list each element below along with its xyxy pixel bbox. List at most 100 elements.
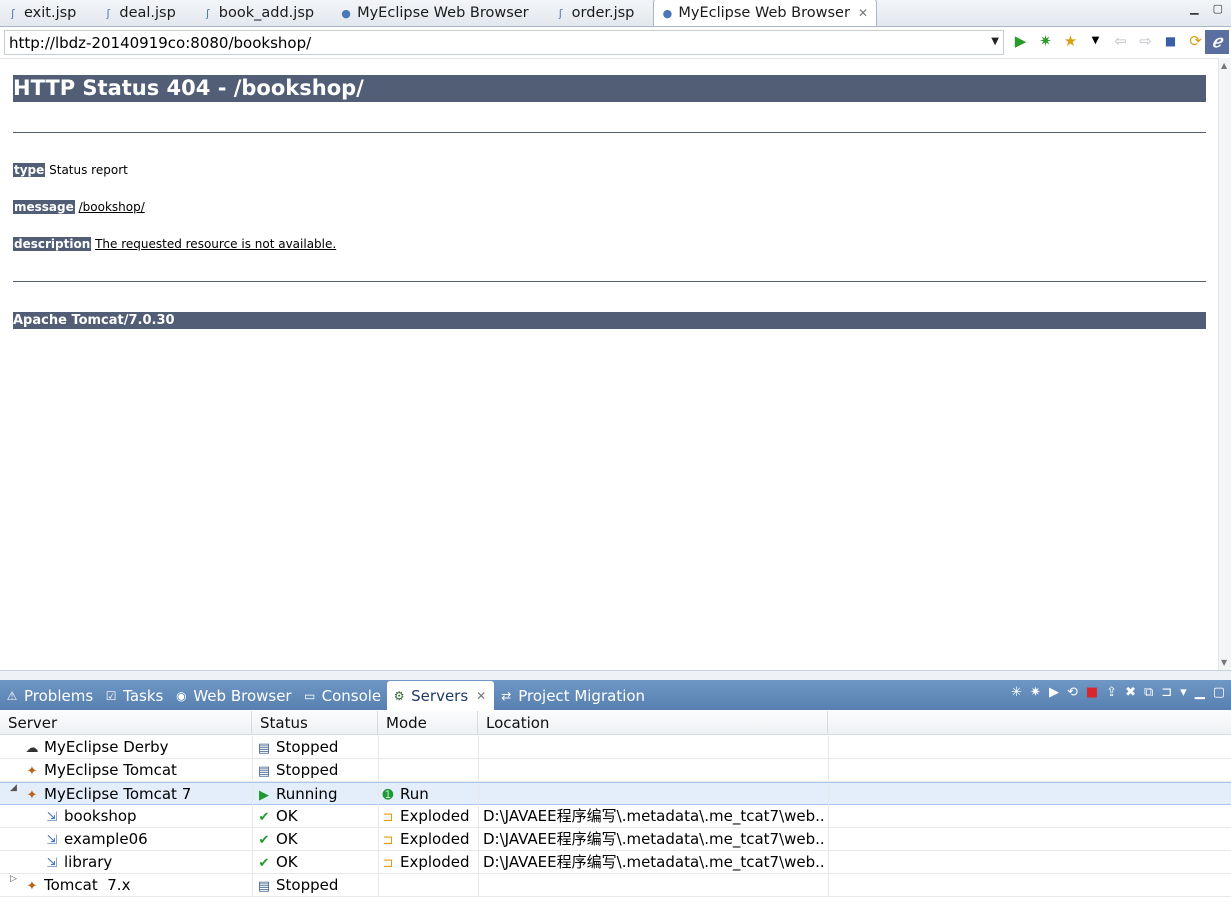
table-row[interactable]: ✦ MyEclipse Tomcat ▤ Stopped — [0, 759, 1231, 782]
table-row[interactable]: ⇲ library ✔ OK ⊐ Exploded D:\JAVAEE程序编写\.me… — [0, 851, 1231, 874]
column-separator — [378, 783, 379, 806]
tab-order-jsp[interactable]: ʃ order.jsp — [548, 0, 654, 26]
table-row[interactable]: ☁ MyEclipse Derby ▤ Stopped — [0, 736, 1231, 759]
column-separator — [828, 874, 829, 897]
minimize-icon[interactable]: ▁ — [1195, 685, 1205, 700]
table-row-selected[interactable]: ◢ ✦ MyEclipse Tomcat 7 ▶ Running ➊ Run — [0, 782, 1231, 806]
server-cell: ⇲ bookshop — [44, 805, 137, 828]
web-module-icon: ⇲ — [46, 810, 58, 825]
type-row: type Status report — [13, 163, 128, 177]
status-cell: ✔ OK — [256, 851, 298, 874]
column-separator — [252, 736, 253, 759]
copy-icon[interactable]: ⧉ — [1144, 685, 1153, 700]
column-separator — [478, 736, 479, 759]
tomcat-icon: ✦ — [26, 879, 38, 894]
go-icon[interactable]: ▶ — [1012, 32, 1029, 50]
folder-open-icon: ⊐ — [382, 856, 394, 871]
description-row: description The requested resource is no… — [13, 237, 336, 251]
status-cell: ▤ Stopped — [256, 874, 339, 897]
column-separator — [378, 851, 379, 874]
start-server-icon[interactable]: ▶ — [1049, 685, 1059, 700]
servers-table: Server Status Mode Location ☁ MyEclipse D… — [0, 711, 1231, 904]
debug-server-icon[interactable]: ✷ — [1030, 685, 1041, 700]
open-folder-icon[interactable]: ⊐ — [1161, 685, 1172, 700]
column-header-server[interactable]: Server — [0, 711, 252, 735]
divider — [13, 132, 1206, 133]
forward-icon[interactable]: ⇨ — [1137, 32, 1154, 50]
collapse-icon[interactable]: ◢ — [10, 783, 17, 793]
jsp-file-icon: ʃ — [11, 6, 15, 20]
globe-icon: ● — [341, 6, 351, 20]
minimize-icon[interactable]: ▁ — [1190, 2, 1198, 15]
server-cell: ✦ MyEclipse Tomcat 7 — [24, 783, 192, 806]
tasks-icon: ☑ — [105, 688, 117, 703]
column-header-location[interactable]: Location — [478, 711, 828, 735]
column-separator — [478, 805, 479, 828]
stop-icon[interactable]: ■ — [1162, 32, 1179, 49]
chevron-down-icon[interactable]: ▼ — [1087, 32, 1104, 49]
expand-icon[interactable]: ▷ — [10, 874, 17, 884]
tab-label: Web Browser — [193, 686, 292, 705]
remove-icon[interactable]: ✖ — [1125, 685, 1136, 700]
scroll-down-icon[interactable]: ▼ — [1221, 658, 1227, 667]
favorites-icon[interactable]: ★ — [1062, 32, 1079, 50]
server-cell: ✦ Tomcat 7.x — [24, 874, 131, 897]
back-icon[interactable]: ⇦ — [1112, 32, 1129, 50]
table-row[interactable]: ⇲ example06 ✔ OK ⊐ Exploded D:\JAVAEE程序编写\.… — [0, 828, 1231, 851]
panel-sash[interactable] — [0, 670, 1231, 680]
tab-deal-jsp[interactable]: ʃ deal.jsp — [95, 0, 194, 26]
jsp-file-icon: ʃ — [558, 6, 563, 20]
publish-icon[interactable]: ⇪ — [1106, 685, 1117, 700]
tab-exit-jsp[interactable]: ʃ exit.jsp — [0, 0, 95, 26]
stop-server-icon[interactable]: ■ — [1086, 685, 1098, 700]
tab-label: Servers — [411, 686, 469, 705]
tomcat-icon: ✦ — [26, 764, 38, 779]
eclipse-logo-icon: ℯ — [1205, 30, 1229, 54]
maximize-icon[interactable]: ▢ — [1213, 2, 1223, 15]
type-value: Status report — [49, 163, 128, 177]
tab-console[interactable]: ▭ Console — [298, 681, 388, 710]
url-input[interactable]: http://lbdz-20140919co:8080/bookshop/ ▼ — [4, 30, 1004, 55]
column-header-status[interactable]: Status — [252, 711, 378, 735]
close-icon[interactable]: ✕ — [476, 689, 486, 703]
new-server-icon[interactable]: ✳ — [1011, 685, 1022, 700]
globe-icon: ◉ — [176, 688, 187, 703]
column-separator — [378, 828, 379, 851]
table-row[interactable]: ▷ ✦ Tomcat 7.x ▤ Stopped — [0, 874, 1231, 897]
tab-servers[interactable]: ⚙ Servers ✕ — [387, 681, 495, 710]
column-separator — [478, 759, 479, 782]
table-row[interactable]: ⇲ bookshop ✔ OK ⊐ Exploded D:\JAVAEE程序编写\.m… — [0, 805, 1231, 828]
tab-problems[interactable]: ⚠ Problems — [0, 681, 99, 710]
chevron-down-icon[interactable]: ▼ — [991, 36, 999, 47]
tab-book-add-jsp[interactable]: ʃ book_add.jsp — [195, 0, 333, 26]
status-cell: ✔ OK — [256, 828, 298, 851]
message-label: message — [13, 200, 75, 214]
ok-check-icon: ✔ — [258, 833, 270, 848]
refresh-icon[interactable]: ⟳ — [1187, 32, 1204, 50]
debug-icon[interactable]: ✷ — [1037, 32, 1054, 50]
location-cell: D:\JAVAEE程序编写\.metadata\.me_tcat7\web... — [483, 828, 825, 851]
maximize-icon[interactable]: ▢ — [1213, 685, 1225, 700]
view-menu-icon[interactable]: ▾ — [1180, 685, 1187, 700]
profile-server-icon[interactable]: ⟲ — [1067, 685, 1078, 700]
location-text: D:\JAVAEE程序编写\.metadata\.me_tcat7\web... — [483, 853, 825, 871]
derby-icon: ☁ — [25, 741, 39, 756]
tab-label: MyEclipse Web Browser — [678, 5, 850, 21]
tab-web-browser-1[interactable]: ● MyEclipse Web Browser — [333, 0, 548, 26]
server-cell: ✦ MyEclipse Tomcat — [24, 759, 177, 782]
vertical-scrollbar[interactable]: ▲ ▼ — [1218, 58, 1231, 670]
location-cell: D:\JAVAEE程序编写\.metadata\.me_tcat7\web... — [483, 805, 825, 828]
tab-tasks[interactable]: ☑ Tasks — [99, 681, 169, 710]
column-separator — [252, 828, 253, 851]
tab-web-browser-2[interactable]: ● MyEclipse Web Browser ✕ — [653, 0, 878, 26]
column-header-mode[interactable]: Mode — [378, 711, 478, 735]
tab-label: book_add.jsp — [218, 5, 315, 21]
close-icon[interactable]: ✕ — [858, 6, 868, 20]
stopped-icon: ▤ — [257, 741, 271, 756]
description-value: The requested resource is not available. — [95, 237, 337, 251]
ok-check-icon: ✔ — [258, 856, 270, 871]
tab-web-browser[interactable]: ◉ Web Browser — [169, 681, 297, 710]
tab-project-migration[interactable]: ⇄ Project Migration — [494, 681, 651, 710]
scroll-up-icon[interactable]: ▲ — [1221, 61, 1227, 70]
status-cell: ▤ Stopped — [256, 736, 339, 759]
